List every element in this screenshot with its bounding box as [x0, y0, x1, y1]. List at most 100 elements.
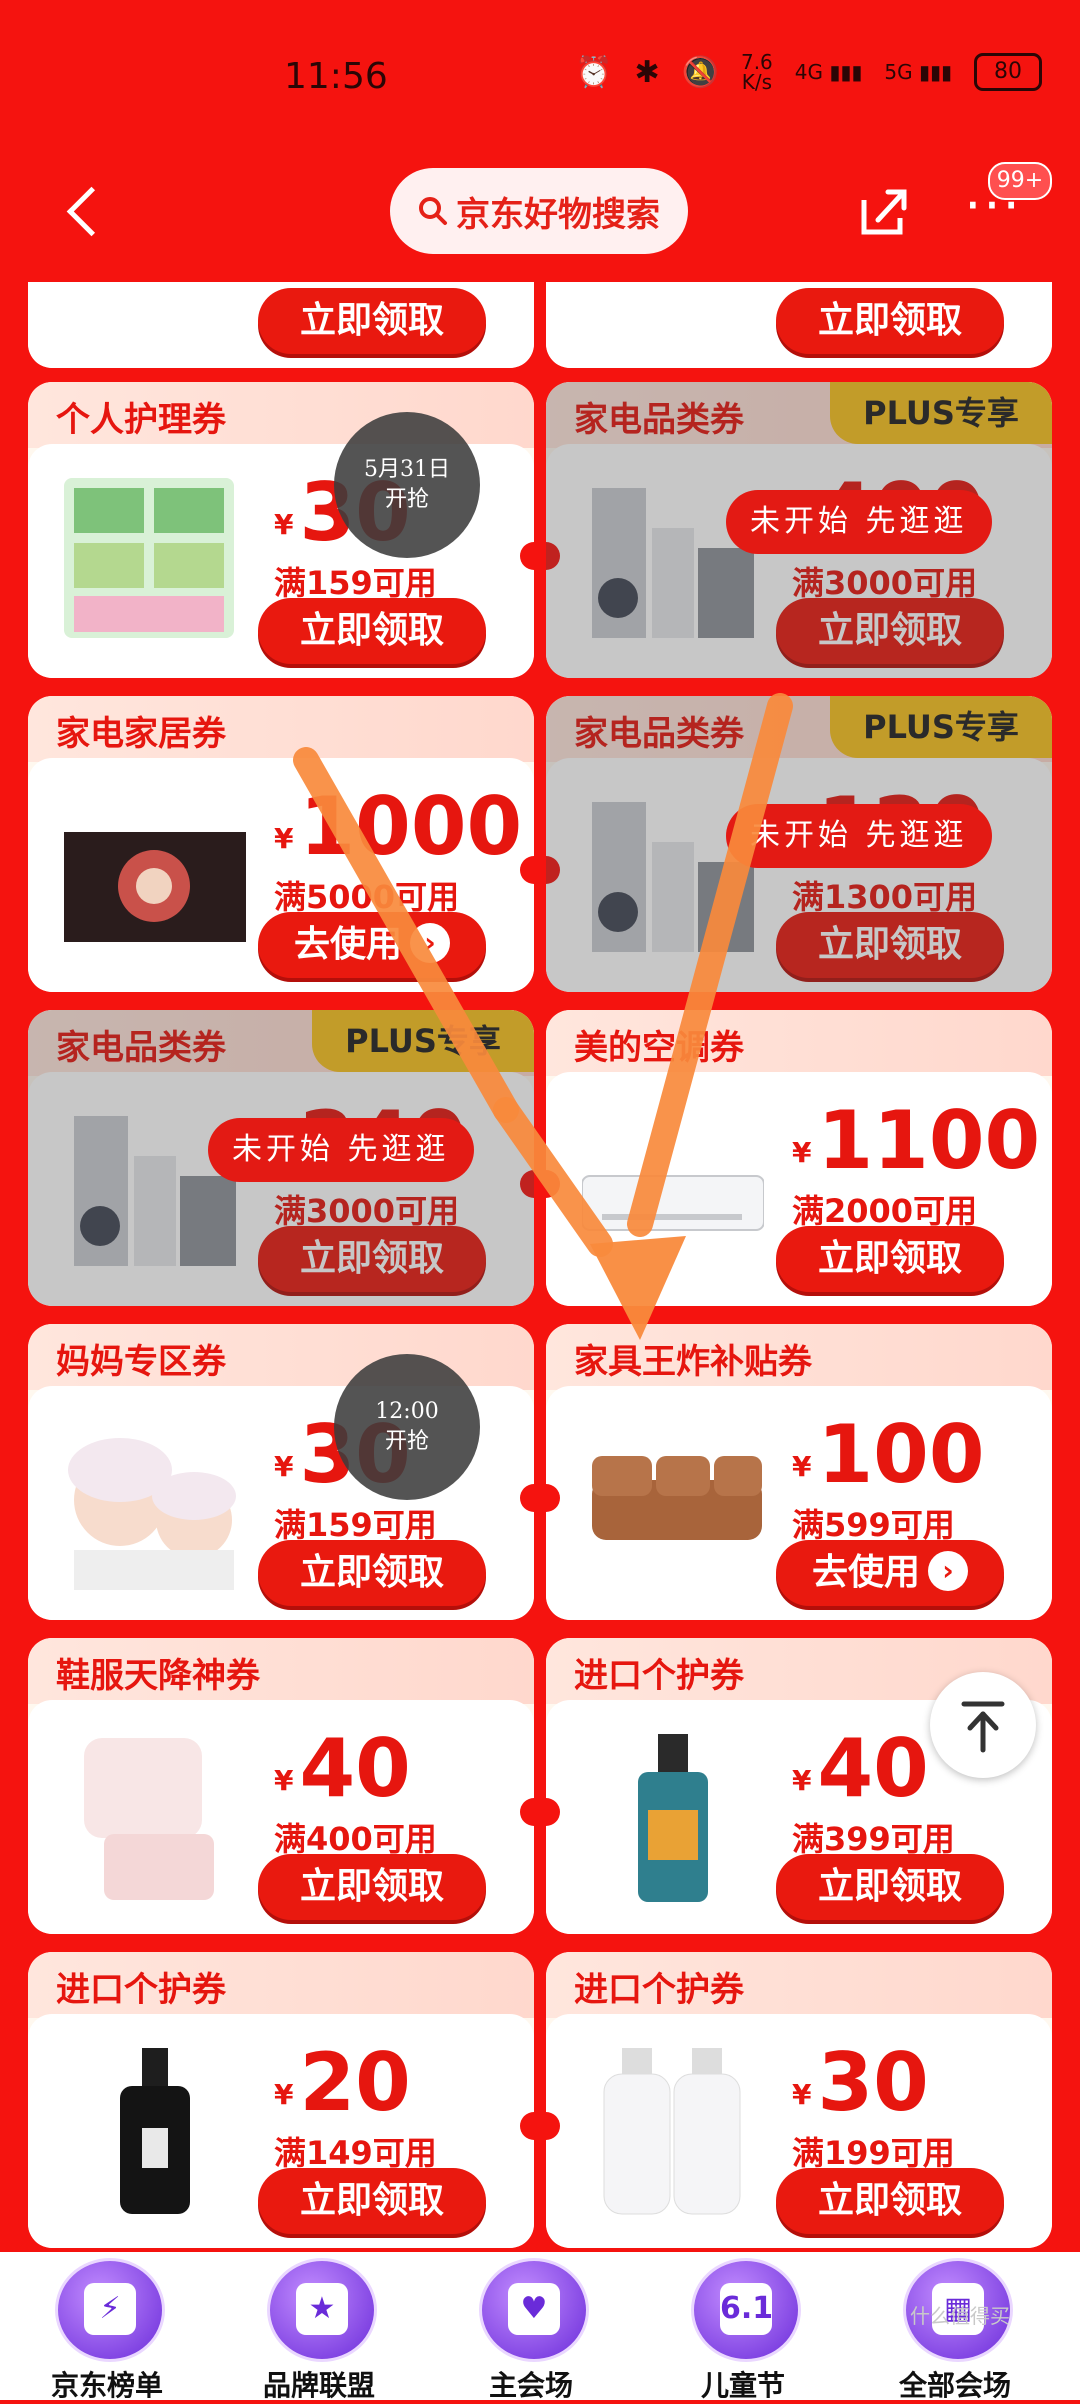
not-started-badge[interactable]: 未开始 先逛逛 — [726, 804, 992, 868]
coupon-card[interactable]: 美的空调券 ¥1100 满2000可用 立即领取 — [546, 1010, 1052, 1306]
claim-button[interactable]: 立即领取 — [776, 288, 1004, 354]
coupon-card[interactable]: 家电品类券PLUS专享¥120满1300可用立即领取未开始 先逛逛 — [546, 696, 1052, 992]
countdown-badge: 5月31日 开抢 — [334, 412, 480, 558]
status-icons: ⏰ ✱ 🔕 7.6 K/s 4G ▮▮▮ 5G ▮▮▮ 80 — [575, 52, 1042, 92]
coupon-amount: ¥1100 — [792, 1100, 1040, 1182]
claim-button[interactable]: 立即领取 — [258, 1226, 486, 1292]
search-button[interactable]: 京东好物搜索 — [390, 168, 688, 254]
coupon-title: 家电品类券 — [56, 1028, 226, 1068]
product-image — [582, 1175, 764, 1231]
claim-button[interactable]: 立即领取 — [776, 598, 1004, 664]
network-speed: 7.6 K/s — [740, 50, 773, 94]
coupon-card[interactable]: 鞋服天降神券 ¥40 满400可用 立即领取 — [28, 1638, 534, 1934]
nav-item[interactable]: ⚡ 京东榜单 — [12, 2252, 202, 2402]
claim-button[interactable]: 立即领取 — [258, 288, 486, 354]
coupon-card[interactable]: 个人护理券¥30满159可用立即领取5月31日开抢 — [28, 382, 534, 678]
claim-button[interactable]: 立即领取 — [258, 1854, 486, 1920]
nav-glyph: ⚡ — [84, 2283, 136, 2335]
coupon-title: 个人护理券 — [56, 400, 226, 440]
coupon-title: 妈妈专区券 — [56, 1342, 226, 1382]
coupon-amount: ¥30 — [792, 2042, 929, 2124]
product-image — [120, 2048, 190, 2214]
button-label: 立即领取 — [817, 1866, 962, 1907]
button-label: 立即领取 — [817, 924, 962, 965]
amount-value: 1000 — [299, 780, 523, 873]
currency-symbol: ¥ — [274, 2078, 294, 2111]
countdown-line: 12:00 — [375, 1399, 439, 1424]
coupon-title: 家电家居券 — [56, 714, 226, 754]
claim-button[interactable]: 立即领取 — [776, 1854, 1004, 1920]
claim-button[interactable]: 立即领取 — [258, 1540, 486, 1606]
claim-button[interactable]: 立即领取 — [258, 598, 486, 664]
watermark: 什么值得买 — [910, 2304, 1010, 2328]
coupon-card[interactable]: 家电品类券PLUS专享¥400满3000可用立即领取未开始 先逛逛 — [546, 382, 1052, 678]
not-started-badge[interactable]: 未开始 先逛逛 — [208, 1118, 474, 1182]
coupon-card[interactable]: 进口个护券 ¥30 满199可用 立即领取 — [546, 1952, 1052, 2248]
notification-badge: 99+ — [988, 162, 1052, 200]
currency-symbol: ¥ — [274, 508, 294, 541]
coupon-title: 鞋服天降神券 — [56, 1656, 260, 1696]
countdown-line: 5月31日 — [364, 457, 450, 482]
button-label: 立即领取 — [817, 2180, 962, 2221]
button-label: 立即领取 — [299, 2180, 444, 2221]
coupon-title: 进口个护券 — [56, 1970, 226, 2010]
coupon-title: 家电品类券 — [574, 400, 744, 440]
amount-value: 20 — [299, 2036, 411, 2129]
nav-item[interactable]: ♥ 主会场 — [436, 2252, 626, 2402]
chevron-right-icon: › — [410, 923, 450, 963]
nav-icon: ♥ — [479, 2258, 589, 2362]
nav-icon: ★ — [267, 2258, 377, 2362]
nav-item[interactable]: ★ 品牌联盟 — [224, 2252, 414, 2402]
status-time: 11:56 — [284, 56, 388, 97]
coupon-card[interactable]: 家电家居券 ¥1000 满5000可用 去使用 › — [28, 696, 534, 992]
use-button[interactable]: 去使用 › — [776, 1540, 1004, 1606]
button-label: 立即领取 — [299, 1552, 444, 1593]
top-bar: 京东好物搜索 ··· 99+ — [0, 150, 1080, 280]
button-label: 立即领取 — [817, 1238, 962, 1279]
nav-glyph: ★ — [296, 2283, 348, 2335]
claim-button[interactable]: 立即领取 — [776, 1226, 1004, 1292]
button-label: 去使用 — [293, 924, 402, 965]
nav-glyph: ♥ — [508, 2283, 560, 2335]
signal-4g-label: 4G — [794, 60, 824, 84]
button-label: 立即领取 — [299, 1866, 444, 1907]
coupon-card[interactable]: 妈妈专区券¥30满159可用立即领取12:00开抢 — [28, 1324, 534, 1620]
coupon-amount: ¥40 — [274, 1728, 411, 1810]
share-button[interactable] — [856, 184, 912, 240]
product-image — [638, 1734, 708, 1902]
currency-symbol: ¥ — [274, 1450, 294, 1483]
coupon-card[interactable]: 进口个护券 ¥20 满149可用 立即领取 — [28, 1952, 534, 2248]
signal-5g-label: 5G — [884, 60, 913, 84]
nav-label: 品牌联盟 — [262, 2369, 375, 2402]
coupon-card[interactable]: 家电品类券PLUS专享¥240满3000可用立即领取未开始 先逛逛 — [28, 1010, 534, 1306]
nav-label: 全部会场 — [898, 2369, 1011, 2402]
claim-button[interactable]: 立即领取 — [776, 2168, 1004, 2234]
plus-exclusive-badge: PLUS专享 — [830, 382, 1052, 444]
currency-symbol: ¥ — [792, 2078, 812, 2111]
amount-value: 30 — [817, 2036, 929, 2129]
amount-value: 40 — [299, 1722, 411, 1815]
coupon-grid: 立即领取 立即领取 个人护理券¥30满159可用立即领取5月31日开抢家电品类券… — [0, 282, 1080, 2252]
back-to-top-button[interactable] — [930, 1672, 1036, 1778]
nav-icon: ⚡ — [55, 2258, 165, 2362]
search-label: 京东好物搜索 — [456, 194, 660, 235]
bluetooth-icon: ✱ — [634, 54, 660, 90]
coupon-title: 进口个护券 — [574, 1970, 744, 2010]
nav-label: 儿童节 — [700, 2369, 785, 2402]
not-started-badge[interactable]: 未开始 先逛逛 — [726, 490, 992, 554]
amount-value: 1100 — [817, 1094, 1041, 1187]
plus-exclusive-badge: PLUS专享 — [830, 696, 1052, 758]
claim-button[interactable]: 立即领取 — [258, 2168, 486, 2234]
coupon-card-partial-right: 立即领取 — [546, 282, 1052, 368]
back-button[interactable] — [56, 178, 116, 248]
coupon-amount: ¥20 — [274, 2042, 411, 2124]
coupon-title: 家电品类券 — [574, 714, 744, 754]
nav-item[interactable]: 6.1 儿童节 — [648, 2252, 838, 2402]
button-label: 立即领取 — [299, 610, 444, 651]
coupon-card[interactable]: 家具王炸补贴券 ¥100 满599可用 去使用 › — [546, 1324, 1052, 1620]
use-button[interactable]: 去使用 › — [258, 912, 486, 978]
currency-symbol: ¥ — [274, 1764, 294, 1797]
amount-value: 100 — [817, 1408, 985, 1501]
claim-button[interactable]: 立即领取 — [776, 912, 1004, 978]
signal-5g: 5G ▮▮▮ — [884, 60, 952, 84]
